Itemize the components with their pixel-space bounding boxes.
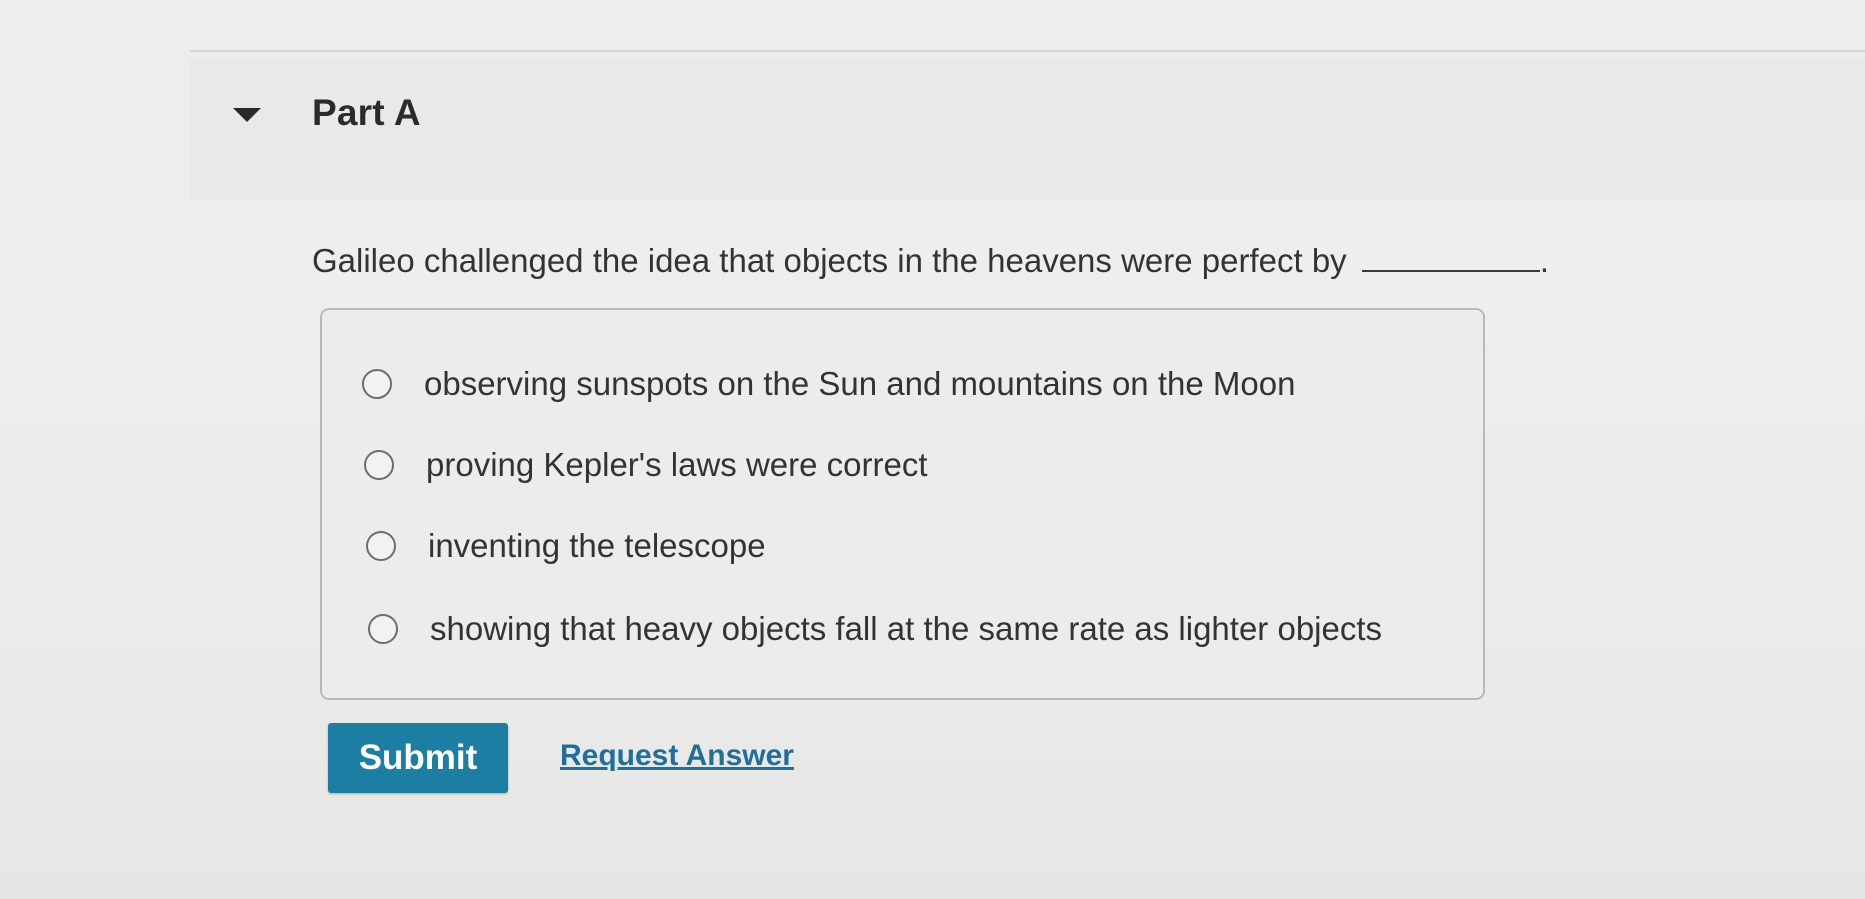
option-label: observing sunspots on the Sun and mounta… — [424, 365, 1296, 402]
radio-button[interactable] — [362, 369, 392, 399]
part-title[interactable]: Part A — [312, 92, 421, 134]
question-terminator: . — [1539, 242, 1550, 279]
answer-blank — [1361, 240, 1540, 272]
option-label: showing that heavy objects fall at the s… — [430, 610, 1383, 647]
request-answer-link[interactable]: Request Answer — [560, 739, 794, 773]
radio-button[interactable] — [364, 450, 394, 480]
radio-button[interactable] — [368, 614, 398, 644]
option-keplers-laws[interactable]: proving Kepler's laws were correct — [364, 446, 928, 484]
radio-button[interactable] — [366, 531, 396, 561]
option-telescope[interactable]: inventing the telescope — [366, 527, 766, 565]
question-prompt: Galileo challenged the idea that objects… — [312, 242, 1347, 279]
option-label: inventing the telescope — [428, 527, 766, 564]
part-header — [190, 60, 1865, 200]
submit-button[interactable]: Submit — [328, 723, 508, 793]
question-text: Galileo challenged the idea that objects… — [312, 240, 1549, 280]
option-falling-objects[interactable]: showing that heavy objects fall at the s… — [368, 610, 1382, 648]
caret-down-icon[interactable] — [233, 108, 261, 122]
option-label: proving Kepler's laws were correct — [426, 446, 928, 483]
option-sunspots[interactable]: observing sunspots on the Sun and mounta… — [362, 365, 1295, 403]
section-divider — [190, 50, 1865, 52]
